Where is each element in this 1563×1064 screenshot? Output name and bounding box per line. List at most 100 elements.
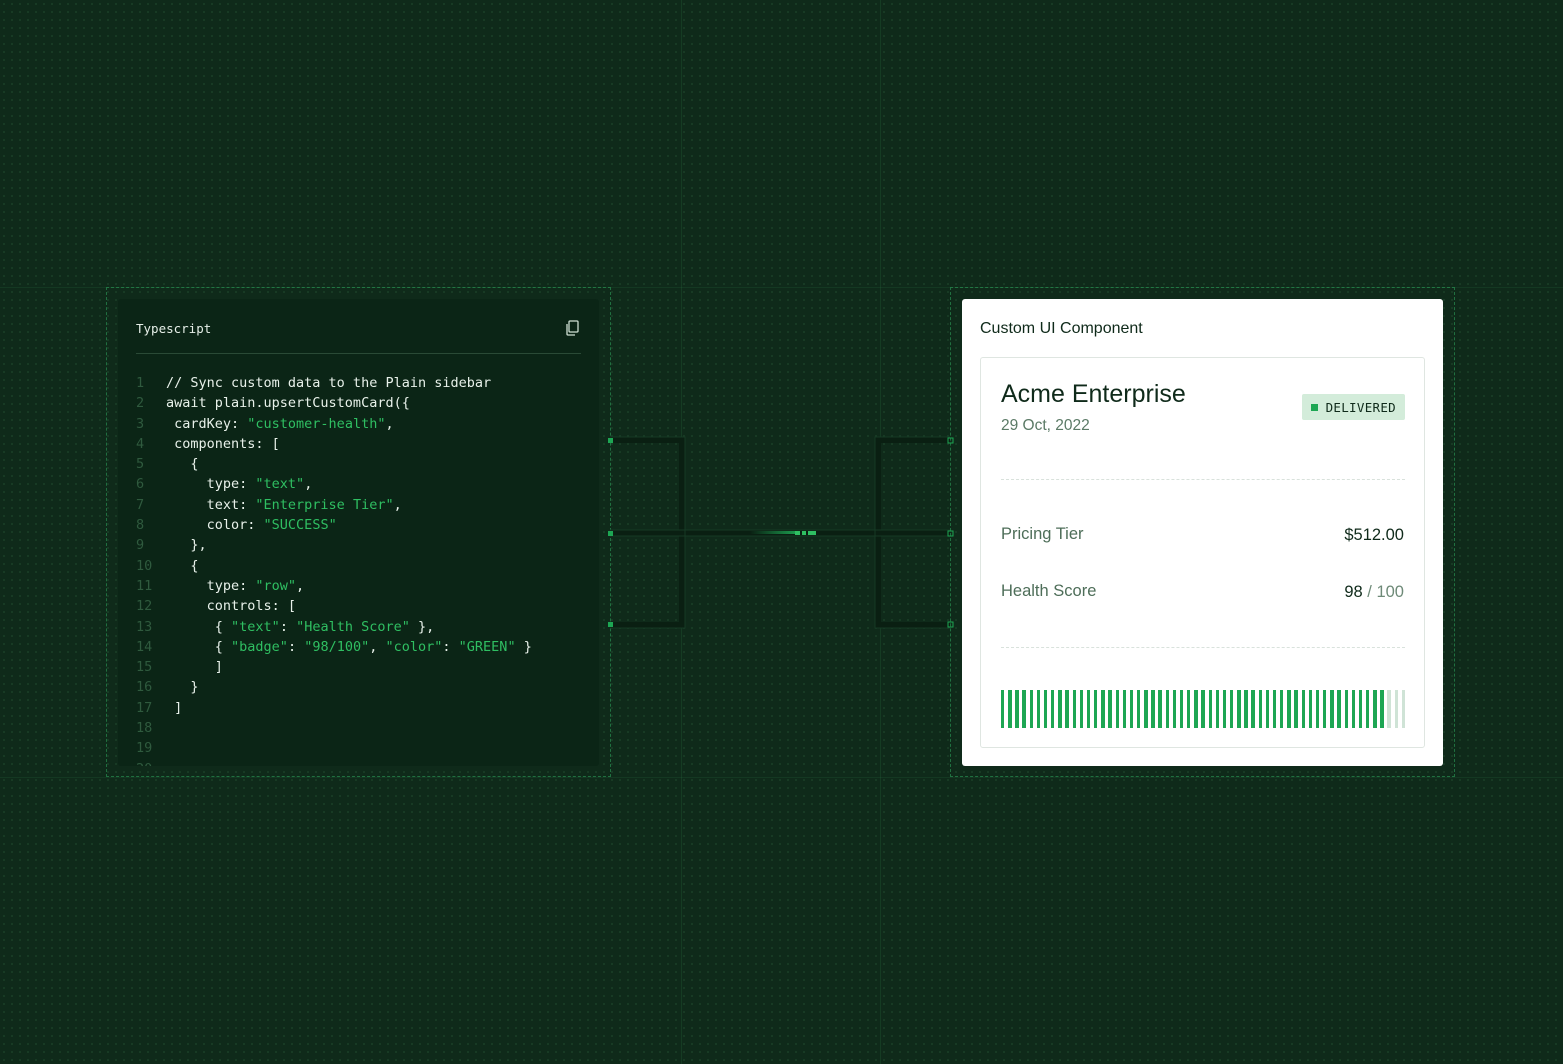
health-bar-segment-filled (1280, 690, 1284, 728)
company-name: Acme Enterprise (1001, 380, 1186, 408)
code-line: 11 type: "row", (136, 576, 599, 596)
health-bar-segment-filled (1144, 690, 1148, 728)
code-text: , (296, 577, 305, 594)
code-text: type: (166, 577, 256, 594)
health-bar-segment-filled (1358, 690, 1363, 728)
line-number: 16 (136, 679, 153, 696)
code-text: } (515, 638, 532, 655)
health-bar-segment-filled (1351, 690, 1356, 728)
code-line: 16 } (136, 677, 599, 697)
code-line: 8 color: "SUCCESS" (136, 515, 599, 535)
health-bar-segment-empty (1387, 690, 1391, 728)
health-bar-segment-filled (1065, 690, 1069, 728)
code-text: { (166, 557, 199, 574)
code-text: : (442, 638, 459, 655)
health-bar-segment-filled (1115, 690, 1119, 728)
code-text: }, (409, 618, 435, 635)
line-number: 3 (136, 415, 145, 432)
code-text: : (279, 618, 297, 635)
health-bar-segment-filled (1208, 690, 1212, 728)
line-number: 13 (136, 618, 153, 635)
health-bar-segment-empty (1401, 690, 1406, 728)
code-string: "customer-health" (247, 415, 386, 432)
health-bar-segment-filled (1094, 690, 1098, 728)
customer-card: Acme Enterprise 29 Oct, 2022 DELIVERED P… (980, 357, 1425, 748)
code-string: "row" (255, 577, 297, 594)
code-text: controls: [ (166, 598, 297, 615)
code-string: "GREEN" (458, 638, 516, 655)
code-line: 6 type: "text", (136, 474, 599, 494)
custom-ui-card: Custom UI Component Acme Enterprise 29 O… (962, 299, 1443, 766)
health-score-max: / 100 (1362, 583, 1404, 601)
line-number: 7 (136, 496, 145, 513)
line-number: 8 (136, 517, 145, 534)
health-bar-segment-filled (1258, 690, 1263, 728)
code-line: 19 (136, 738, 599, 758)
health-score-value: 98 / 100 (1344, 583, 1404, 602)
code-text: , (385, 415, 394, 432)
health-bar-segment-filled (1330, 690, 1334, 728)
code-line: 12 controls: [ (136, 596, 599, 616)
health-score-number: 98 (1344, 583, 1363, 601)
health-bar-segment-filled (1001, 690, 1005, 728)
health-bar-segment-filled (1015, 690, 1019, 728)
health-bar-segment-filled (1337, 690, 1341, 728)
line-number: 14 (136, 638, 153, 655)
health-bar-segment-filled (1323, 690, 1327, 728)
health-bar-segment-filled (1272, 690, 1277, 728)
card-title: Custom UI Component (980, 320, 1143, 337)
code-text: , (369, 638, 386, 655)
health-bar-segment-filled (1301, 690, 1305, 728)
code-text: : (287, 638, 305, 655)
health-bar-segment-filled (1079, 690, 1084, 728)
code-text: cardKey: (166, 415, 248, 432)
divider (1001, 647, 1405, 648)
code-line: 2 await plain.upsertCustomCard({ (136, 393, 599, 413)
code-string: "SUCCESS" (263, 517, 337, 534)
code-line: 13 { "text": "Health Score" }, (136, 617, 599, 637)
code-text: text: (166, 496, 256, 513)
health-bar-segment-filled (1194, 690, 1198, 728)
status-badge: DELIVERED (1301, 394, 1405, 420)
health-bar-segment-filled (1237, 690, 1241, 728)
health-bar-segment-filled (1165, 690, 1169, 728)
code-string: "Enterprise Tier" (255, 496, 394, 513)
health-bar-segment-filled (1294, 690, 1298, 728)
code-text: await plain.upsertCustomCard({ (166, 395, 410, 412)
code-line: 7 text: "Enterprise Tier", (136, 495, 599, 515)
health-bar-segment-filled (1251, 690, 1255, 728)
status-badge-label: DELIVERED (1325, 399, 1396, 415)
line-number: 2 (136, 395, 145, 412)
line-number: 1 (136, 375, 145, 391)
line-number: 10 (136, 557, 153, 574)
code-text: { (166, 638, 232, 655)
health-bar-segment-filled (1315, 690, 1320, 728)
line-number: 5 (136, 456, 145, 473)
health-bar-segment-filled (1058, 690, 1062, 728)
code-line: 5 { (136, 454, 599, 474)
code-string: "text" (255, 476, 305, 493)
grid-guide-horizontal (0, 777, 1563, 778)
health-bar-segment-filled (1136, 690, 1141, 728)
health-bar-segment-filled (1244, 690, 1248, 728)
health-bar-segment-filled (1129, 690, 1134, 728)
health-bar-segment-filled (1344, 690, 1348, 728)
code-text: } (166, 679, 199, 696)
code-string: "Health Score" (296, 618, 410, 635)
health-bar-segment-empty (1394, 690, 1398, 728)
line-number: 11 (136, 577, 153, 594)
code-header: Typescript (136, 299, 581, 354)
health-bar-segment-filled (1380, 690, 1384, 728)
code-line: 14 { "badge": "98/100", "color": "GREEN"… (136, 637, 599, 657)
code-line: 1 // Sync custom data to the Plain sideba… (136, 373, 599, 393)
health-bar-segment-filled (1008, 690, 1012, 728)
card-date: 29 Oct, 2022 (1001, 417, 1090, 434)
health-bar (1001, 690, 1406, 728)
code-line: 9 }, (136, 535, 599, 555)
health-bar-segment-filled (1308, 690, 1313, 728)
code-line: 20 (136, 759, 599, 766)
copy-icon[interactable] (565, 320, 579, 336)
code-line: 17 ] (136, 698, 599, 718)
connector-diagram (608, 436, 954, 629)
health-bar-segment-filled (1151, 690, 1155, 728)
